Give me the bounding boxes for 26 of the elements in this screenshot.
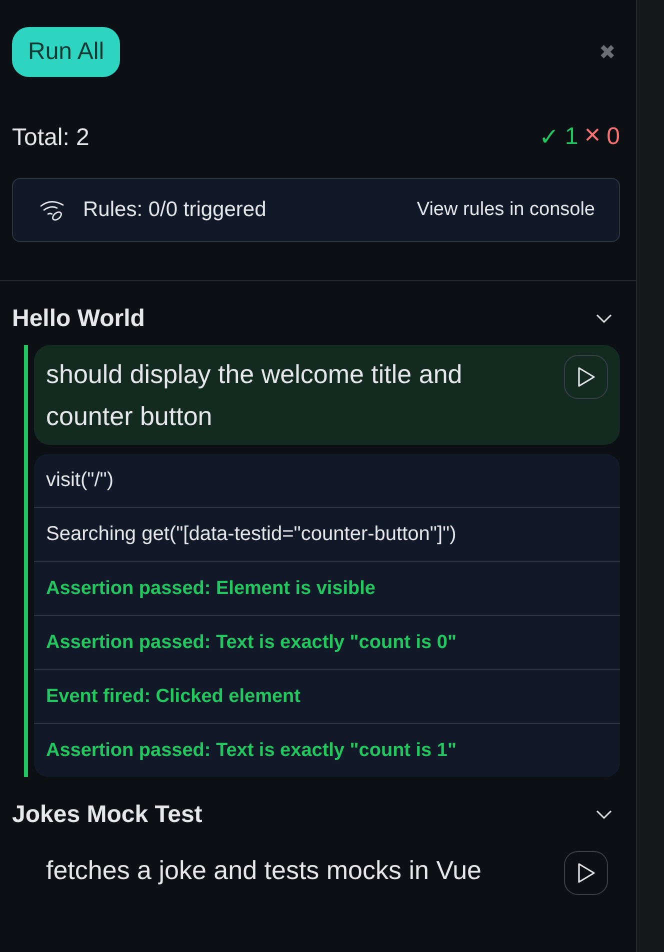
log-step: Event fired: Clicked element [34, 669, 620, 723]
rules-status: Rules: 0/0 triggered [83, 198, 268, 222]
suite-title: Jokes Mock Test [12, 801, 202, 829]
suite-title: Hello World [12, 305, 145, 333]
log-step: Assertion passed: Text is exactly "count is 0" [34, 615, 620, 669]
play-button[interactable] [564, 851, 608, 895]
signal-icon [39, 198, 65, 222]
log-step: Assertion passed: Text is exactly "count is 1" [34, 723, 620, 777]
chevron-icon[interactable] [596, 314, 612, 324]
log-step: visit("/") [34, 454, 620, 507]
close-button[interactable]: ✖ [599, 40, 616, 64]
passed-count: 1 [564, 123, 578, 152]
play-button[interactable] [564, 355, 608, 399]
run-all-button[interactable]: Run All [12, 27, 120, 77]
failed-mark: × [584, 123, 601, 152]
passed-mark: ✓ [538, 123, 559, 152]
test-item[interactable]: fetches a joke and tests mocks in Vue [34, 841, 620, 903]
log-step: Searching get("[data-testid="counter-button"]") [34, 507, 620, 561]
test-item[interactable]: should display the welcome title and counter button [34, 345, 620, 445]
play-icon [576, 366, 596, 388]
chevron-icon[interactable] [596, 810, 612, 820]
play-icon [576, 862, 596, 884]
total-count: Total: 2 [12, 124, 90, 152]
log-step: Assertion passed: Element is visible [34, 561, 620, 615]
failed-count: 0 [606, 123, 620, 152]
view-rules-link[interactable]: View rules in console [416, 199, 595, 221]
